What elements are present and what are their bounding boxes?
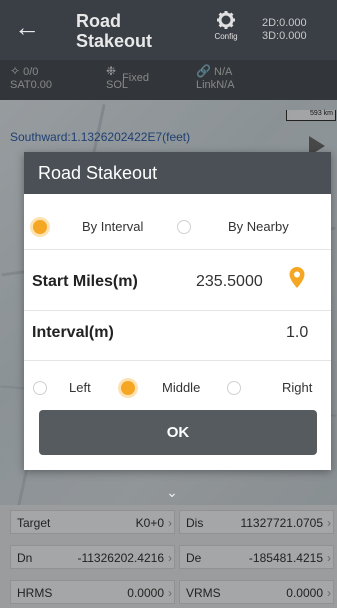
chevron-down-icon[interactable]: ⌄ [160, 484, 184, 500]
radio-by-nearby[interactable] [177, 220, 191, 234]
road-stakeout-dialog: Road Stakeout By Interval By Nearby Star… [24, 152, 331, 470]
precision-2d: 2D:0.000 [262, 17, 307, 29]
gear-icon [217, 11, 235, 29]
title-line-1: Road [76, 11, 121, 31]
ok-button[interactable]: OK [39, 410, 317, 455]
page-title: Road Stakeout [76, 11, 152, 51]
divider [24, 249, 331, 250]
middle-label[interactable]: Middle [162, 380, 200, 395]
start-miles-label: Start Miles(m) [32, 273, 138, 290]
precision-readout: 2D:0.000 3D:0.000 [262, 17, 307, 43]
right-label[interactable]: Right [282, 380, 312, 395]
radio-by-interval[interactable] [33, 220, 47, 234]
config-button[interactable]: Config [204, 10, 248, 41]
config-label: Config [214, 32, 238, 41]
radio-right[interactable] [227, 381, 241, 395]
precision-3d: 3D:0.000 [262, 30, 307, 42]
radio-middle[interactable] [121, 381, 135, 395]
interval-input[interactable]: 1.0 [286, 324, 308, 342]
title-line-2: Stakeout [76, 31, 153, 51]
location-pin-icon[interactable] [288, 266, 306, 290]
by-nearby-label[interactable]: By Nearby [228, 219, 289, 234]
left-label[interactable]: Left [69, 380, 91, 395]
divider [24, 310, 331, 311]
interval-label: Interval(m) [32, 324, 114, 341]
arrow-left-icon[interactable]: ← [14, 14, 40, 40]
radio-left[interactable] [33, 381, 47, 395]
start-miles-input[interactable]: 235.5000 [196, 273, 263, 291]
dialog-title: Road Stakeout [24, 152, 331, 194]
app-bar: ← Road Stakeout Config 2D:0.000 3D:0.000 [0, 0, 337, 60]
by-interval-label[interactable]: By Interval [82, 219, 143, 234]
divider [24, 360, 331, 361]
